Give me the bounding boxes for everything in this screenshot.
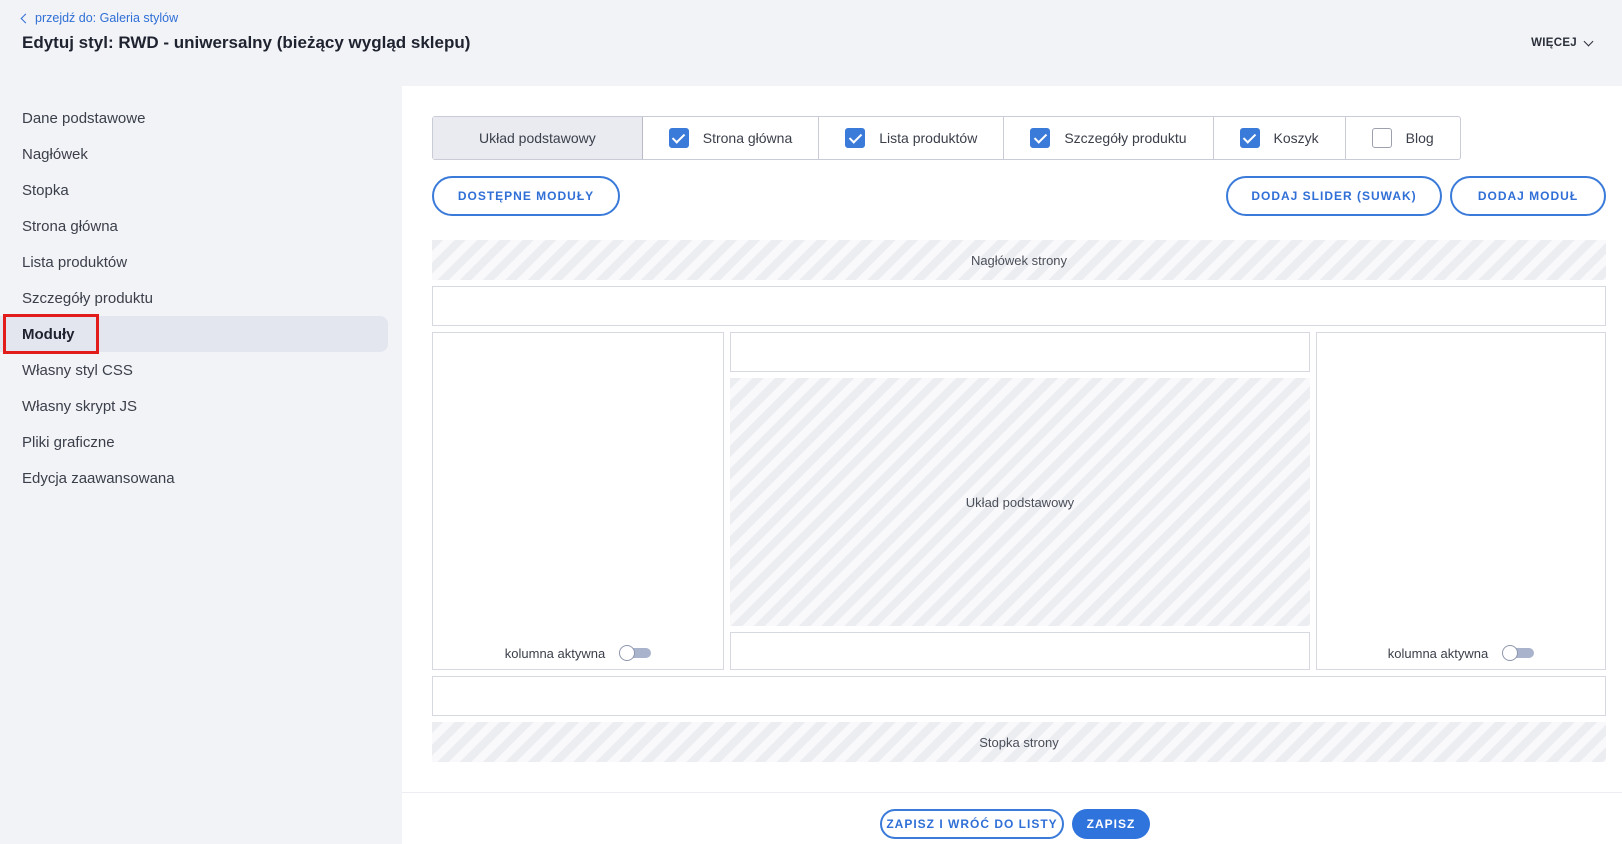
sidebar-item-modules[interactable]: Moduły: [0, 314, 388, 354]
page-header-zone[interactable]: Nagłówek strony: [432, 240, 1606, 280]
toggle-label: kolumna aktywna: [1387, 645, 1489, 661]
zone-label: Stopka strony: [979, 734, 1059, 750]
sidebar-item-advanced-edit[interactable]: Edycja zaawansowana: [0, 460, 388, 496]
sidebar-item-product-details[interactable]: Szczegóły produktu: [0, 280, 388, 316]
right-column-switch[interactable]: [1502, 645, 1535, 661]
checkbox-cart[interactable]: [1239, 128, 1260, 148]
tab-label: Lista produktów: [879, 130, 978, 146]
base-layout-zone[interactable]: Układ podstawowy: [730, 378, 1310, 626]
module-slot-bottom[interactable]: [432, 676, 1606, 716]
available-modules-button[interactable]: DOSTĘPNE MODUŁY: [432, 176, 620, 216]
sidebar-item-label: Moduły: [22, 325, 75, 343]
sidebar-item-label: Nagłówek: [22, 145, 88, 163]
add-module-button[interactable]: DODAJ MODUŁ: [1450, 176, 1606, 216]
chevron-left-icon: [20, 13, 31, 24]
checkbox-blog[interactable]: [1371, 128, 1392, 148]
tab-label: Strona główna: [702, 130, 793, 146]
checkbox-home-page[interactable]: [668, 128, 689, 148]
checkbox-product-details[interactable]: [1030, 128, 1051, 148]
module-slot-center-bottom[interactable]: [730, 632, 1310, 670]
back-link[interactable]: przejdź do: Galeria stylów: [20, 11, 179, 25]
save-and-back-button[interactable]: ZAPISZ I WRÓĆ DO LISTY: [880, 809, 1064, 839]
tab-label: Blog: [1405, 130, 1434, 146]
tab-product-details[interactable]: Szczegóły produktu: [1004, 117, 1214, 159]
tab-blog[interactable]: Blog: [1346, 117, 1460, 159]
chevron-down-icon: [1583, 36, 1594, 46]
main-panel: Układ podstawowy Strona główna Lista pro…: [402, 86, 1622, 792]
sidebar-item-home-page[interactable]: Strona główna: [0, 208, 388, 244]
add-slider-button[interactable]: DODAJ SLIDER (SUWAK): [1226, 176, 1442, 216]
layout-tabs: Układ podstawowy Strona główna Lista pro…: [432, 116, 1461, 160]
left-column-toggle: kolumna aktywna: [433, 645, 723, 661]
tab-label: Szczegóły produktu: [1064, 130, 1187, 146]
right-column[interactable]: kolumna aktywna: [1316, 332, 1606, 670]
sidebar-item-label: Edycja zaawansowana: [22, 469, 175, 487]
back-link-label: przejdź do: Galeria stylów: [35, 11, 179, 25]
right-column-toggle: kolumna aktywna: [1317, 645, 1605, 661]
checkbox-product-list[interactable]: [845, 128, 866, 148]
sidebar-item-label: Pliki graficzne: [22, 433, 115, 451]
zone-label: Układ podstawowy: [965, 494, 1075, 510]
page-title: Edytuj styl: RWD - uniwersalny (bieżący …: [22, 33, 471, 52]
sidebar-item-label: Szczegóły produktu: [22, 289, 153, 307]
left-column-switch[interactable]: [619, 645, 652, 661]
sidebar-item-custom-js[interactable]: Własny skrypt JS: [0, 388, 388, 424]
sidebar: Dane podstawowe Nagłówek Stopka Strona g…: [0, 100, 392, 496]
tab-cart[interactable]: Koszyk: [1214, 117, 1346, 159]
left-column[interactable]: kolumna aktywna: [432, 332, 724, 670]
tab-product-list[interactable]: Lista produktów: [819, 117, 1005, 159]
sidebar-item-label: Strona główna: [22, 217, 118, 235]
sidebar-item-custom-css[interactable]: Własny styl CSS: [0, 352, 388, 388]
tab-home-page[interactable]: Strona główna: [643, 117, 820, 159]
tab-label: Układ podstawowy: [479, 130, 596, 146]
save-button[interactable]: ZAPISZ: [1072, 809, 1150, 839]
sidebar-item-label: Stopka: [22, 181, 69, 199]
sidebar-item-image-files[interactable]: Pliki graficzne: [0, 424, 388, 460]
sidebar-item-header[interactable]: Nagłówek: [0, 136, 388, 172]
tab-base-layout[interactable]: Układ podstawowy: [433, 117, 643, 159]
module-slot-top[interactable]: [432, 286, 1606, 326]
more-button[interactable]: WIĘCEJ: [1531, 36, 1594, 49]
footer-action-bar: ZAPISZ I WRÓĆ DO LISTY ZAPISZ: [402, 792, 1622, 844]
tab-label: Koszyk: [1273, 130, 1319, 146]
zone-label: Nagłówek strony: [970, 252, 1068, 268]
more-button-label: WIĘCEJ: [1531, 37, 1577, 49]
page-footer-zone[interactable]: Stopka strony: [432, 722, 1606, 762]
toggle-label: kolumna aktywna: [504, 645, 606, 661]
sidebar-item-footer[interactable]: Stopka: [0, 172, 388, 208]
sidebar-item-label: Własny skrypt JS: [22, 397, 138, 415]
sidebar-item-basic-data[interactable]: Dane podstawowe: [0, 100, 388, 136]
sidebar-item-label: Dane podstawowe: [22, 109, 146, 127]
sidebar-item-label: Własny styl CSS: [22, 361, 133, 379]
sidebar-item-product-list[interactable]: Lista produktów: [0, 244, 388, 280]
module-slot-center-top[interactable]: [730, 332, 1310, 372]
sidebar-item-label: Lista produktów: [22, 253, 128, 271]
